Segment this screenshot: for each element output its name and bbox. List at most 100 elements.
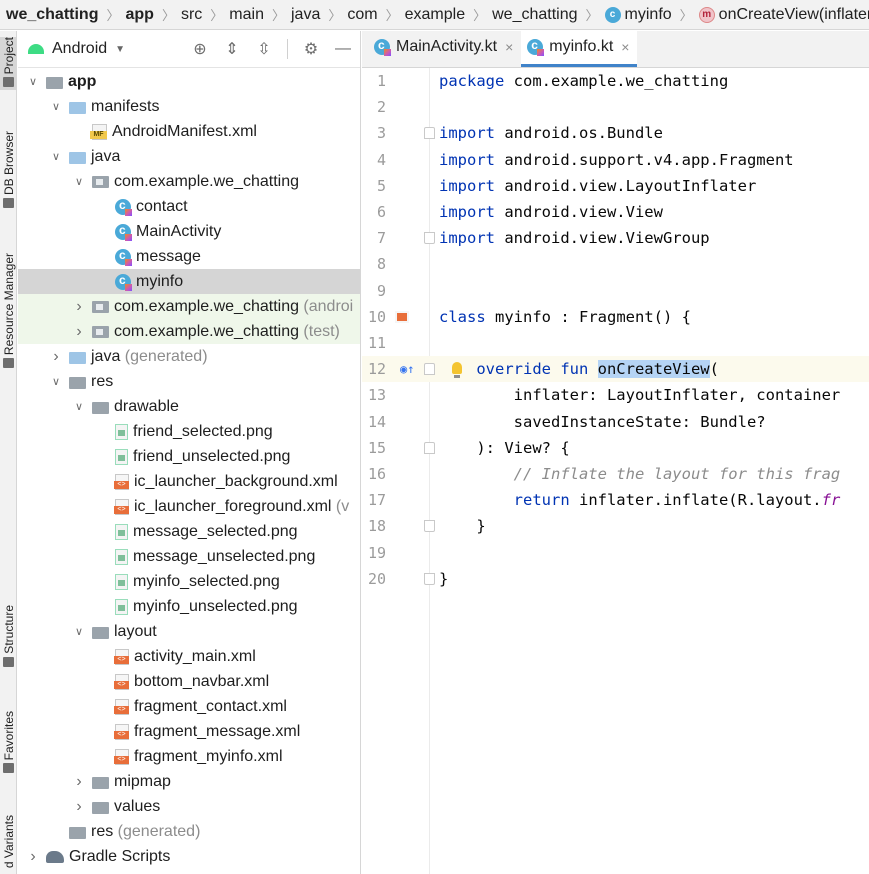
code-line[interactable]: 5 import android.view.LayoutInflater	[362, 173, 869, 199]
chevron-down-icon[interactable]: ∨	[49, 375, 63, 388]
side-tab-project[interactable]: Project	[0, 37, 16, 91]
tree-item[interactable]: ∨ com.example.we_chatting	[18, 169, 360, 194]
chevron-down-icon[interactable]: ∨	[49, 100, 63, 113]
project-view-selector[interactable]: Android	[52, 40, 107, 58]
breadcrumb-item[interactable]: we_chatting	[486, 0, 577, 29]
chevron-down-icon[interactable]: ▼	[115, 44, 125, 55]
chevron-right-icon[interactable]: ›	[72, 298, 86, 316]
tree-item[interactable]: contact	[18, 194, 360, 219]
chevron-down-icon[interactable]: ∨	[72, 400, 86, 413]
code-line[interactable]: 16 // Inflate the layout for this frag	[362, 461, 869, 487]
tree-item[interactable]: ∨ layout	[18, 619, 360, 644]
tree-item[interactable]: › java (generated)	[18, 344, 360, 369]
fold-marker-icon[interactable]	[424, 520, 435, 533]
code-line[interactable]: 4 import android.support.v4.app.Fragment	[362, 147, 869, 173]
chevron-right-icon[interactable]: ›	[72, 323, 86, 341]
override-method-icon[interactable]: ◉↑	[400, 362, 416, 376]
side-tab-db-browser[interactable]: DB Browser	[0, 131, 16, 211]
layout-link-icon[interactable]	[395, 310, 409, 323]
tree-item[interactable]: › mipmap	[18, 769, 360, 794]
breadcrumb-item[interactable]: com	[341, 0, 377, 29]
code-line[interactable]: 20}	[362, 566, 869, 592]
code-line[interactable]: 14 savedInstanceState: Bundle?	[362, 409, 869, 435]
tree-item[interactable]: activity_main.xml	[18, 644, 360, 669]
editor-tab[interactable]: MainActivity.kt ×	[368, 31, 521, 67]
tree-item[interactable]: ∨ java	[18, 144, 360, 169]
tree-item[interactable]: bottom_navbar.xml	[18, 669, 360, 694]
breadcrumb-item[interactable]: monCreateView(inflater: Layout	[693, 0, 869, 29]
breadcrumb-item[interactable]: c myinfo	[599, 0, 672, 29]
breadcrumb-item[interactable]: java	[285, 0, 320, 29]
close-icon[interactable]: ×	[505, 39, 513, 55]
chevron-down-icon[interactable]: ∨	[72, 175, 86, 188]
tree-item[interactable]: res (generated)	[18, 819, 360, 844]
tree-item[interactable]: message_selected.png	[18, 519, 360, 544]
side-tab-structure[interactable]: Structure	[0, 605, 16, 670]
chevron-right-icon[interactable]: ›	[26, 848, 40, 866]
tree-item[interactable]: MainActivity	[18, 219, 360, 244]
side-tab-d-variants[interactable]: d Variants	[0, 815, 16, 868]
chevron-right-icon[interactable]: ›	[72, 798, 86, 816]
code-line[interactable]: 7 import android.view.ViewGroup	[362, 225, 869, 251]
tree-item[interactable]: message	[18, 244, 360, 269]
fold-marker-icon[interactable]	[424, 127, 435, 140]
tree-item[interactable]: fragment_contact.xml	[18, 694, 360, 719]
chevron-down-icon[interactable]: ∨	[26, 75, 40, 88]
fold-marker-icon[interactable]	[424, 441, 435, 454]
breadcrumb-item[interactable]: src	[175, 0, 202, 29]
tree-item[interactable]: myinfo	[18, 269, 360, 294]
tree-item[interactable]: fragment_message.xml	[18, 719, 360, 744]
tree-item[interactable]: ic_launcher_background.xml	[18, 469, 360, 494]
code-line[interactable]: 19	[362, 540, 869, 566]
tree-item[interactable]: › com.example.we_chatting (test)	[18, 319, 360, 344]
tree-item[interactable]: ic_launcher_foreground.xml (v	[18, 494, 360, 519]
tree-item[interactable]: message_unselected.png	[18, 544, 360, 569]
code-line[interactable]: 9	[362, 278, 869, 304]
code-line[interactable]: 15 ): View? {	[362, 435, 869, 461]
tree-item[interactable]: myinfo_unselected.png	[18, 594, 360, 619]
fold-marker-icon[interactable]	[424, 363, 435, 376]
side-tab-resource-manager[interactable]: Resource Manager	[0, 253, 16, 371]
code-line[interactable]: 11	[362, 330, 869, 356]
collapse-all-icon[interactable]: ⇳	[255, 39, 273, 59]
code-line[interactable]: 13 inflater: LayoutInflater, container	[362, 382, 869, 408]
breadcrumb-item[interactable]: app	[119, 0, 153, 29]
tree-item[interactable]: fragment_myinfo.xml	[18, 744, 360, 769]
chevron-down-icon[interactable]: ∨	[72, 625, 86, 638]
breadcrumb-item[interactable]: main	[223, 0, 264, 29]
code-area[interactable]: 1 package com.example.we_chatting 2 3 import…	[362, 68, 869, 874]
close-icon[interactable]: ×	[621, 39, 629, 55]
breadcrumb-item[interactable]: example	[399, 0, 465, 29]
code-line[interactable]: 3 import android.os.Bundle	[362, 120, 869, 146]
tree-item[interactable]: › com.example.we_chatting (androi	[18, 294, 360, 319]
fold-marker-icon[interactable]	[424, 572, 435, 585]
code-line[interactable]: 6 import android.view.View	[362, 199, 869, 225]
code-line[interactable]: 10 class myinfo : Fragment() {	[362, 304, 869, 330]
fold-marker-icon[interactable]	[424, 232, 435, 245]
hide-minus-icon[interactable]: —	[334, 40, 352, 58]
code-line[interactable]: 1 package com.example.we_chatting	[362, 68, 869, 94]
editor-tab[interactable]: myinfo.kt ×	[521, 31, 638, 67]
tree-item[interactable]: friend_unselected.png	[18, 444, 360, 469]
chevron-down-icon[interactable]: ∨	[49, 150, 63, 163]
breadcrumb-item[interactable]: we_chatting	[0, 0, 98, 29]
code-line[interactable]: 18 }	[362, 513, 869, 539]
tree-item[interactable]: › Gradle Scripts	[18, 844, 360, 869]
code-line[interactable]: 2	[362, 94, 869, 120]
code-line[interactable]: 12 ◉↑ override fun onCreateView(	[362, 356, 869, 383]
tree-item[interactable]: ∨ drawable	[18, 394, 360, 419]
tree-item[interactable]: ∨ res	[18, 369, 360, 394]
code-line[interactable]: 17 return inflater.inflate(R.layout.fr	[362, 487, 869, 513]
tree-item[interactable]: myinfo_selected.png	[18, 569, 360, 594]
tree-item[interactable]: › values	[18, 794, 360, 819]
settings-gear-icon[interactable]: ⚙	[302, 39, 320, 59]
tree-item[interactable]: AndroidManifest.xml	[18, 119, 360, 144]
side-tab-favorites[interactable]: Favorites	[0, 711, 16, 776]
code-line[interactable]: 8	[362, 251, 869, 277]
locate-icon[interactable]: ⊕	[191, 39, 209, 59]
chevron-right-icon[interactable]: ›	[49, 348, 63, 366]
tree-item[interactable]: ∨ manifests	[18, 94, 360, 119]
expand-all-icon[interactable]: ⇕	[223, 39, 241, 59]
chevron-right-icon[interactable]: ›	[72, 773, 86, 791]
tree-item[interactable]: friend_selected.png	[18, 419, 360, 444]
